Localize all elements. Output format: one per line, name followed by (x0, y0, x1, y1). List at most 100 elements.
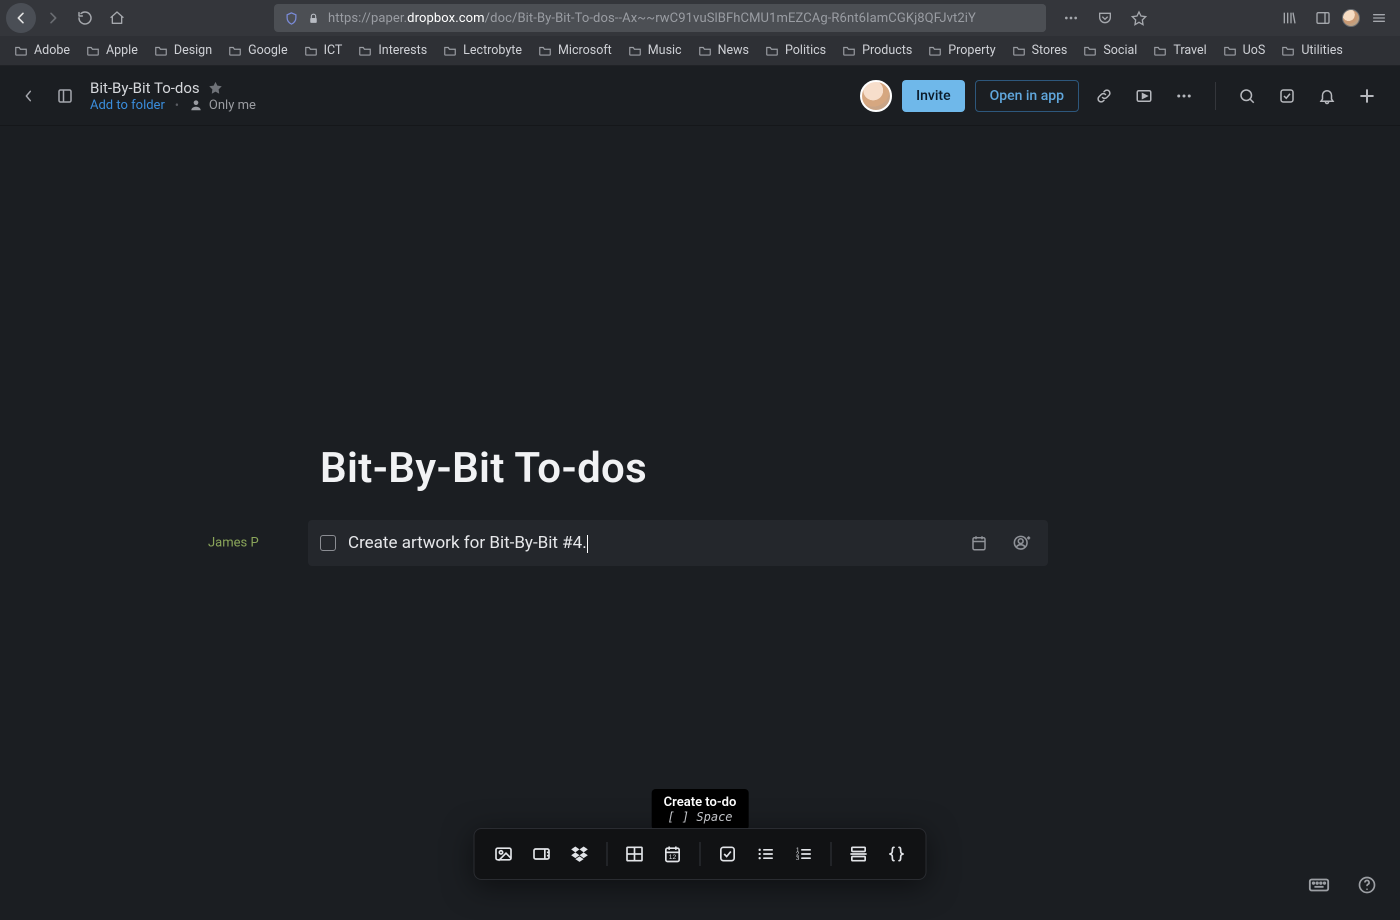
bookmark-folder[interactable]: Google (228, 43, 287, 58)
bookmark-label: News (718, 43, 749, 58)
bookmark-folder[interactable]: Travel (1153, 43, 1206, 58)
open-in-app-button[interactable]: Open in app (975, 80, 1079, 112)
folder-icon (358, 44, 372, 58)
bookmark-folder[interactable]: Design (154, 43, 212, 58)
library-icon[interactable] (1274, 3, 1304, 33)
nav-forward-button[interactable] (38, 3, 68, 33)
insert-code-icon[interactable] (880, 837, 914, 871)
keyboard-shortcuts-icon[interactable] (1304, 870, 1334, 900)
bookmark-label: Property (948, 43, 995, 58)
todo-item-row[interactable]: James P Create artwork for Bit-By-Bit #4… (308, 520, 1048, 566)
todos-icon[interactable] (1272, 81, 1302, 111)
bookmark-folder[interactable]: Adobe (14, 43, 70, 58)
history-back-button[interactable] (18, 85, 40, 107)
separator-dot: • (175, 98, 179, 112)
header-separator (1215, 82, 1216, 110)
browser-account-avatar[interactable] (1342, 9, 1360, 27)
bookmark-label: Adobe (34, 43, 70, 58)
bookmark-folder[interactable]: Microsoft (538, 43, 612, 58)
new-doc-icon[interactable] (1352, 81, 1382, 111)
bookmark-folder[interactable]: Stores (1012, 43, 1068, 58)
url-text: https://paper.dropbox.com/doc/Bit-By-Bit… (328, 11, 976, 26)
folder-icon (842, 44, 856, 58)
bookmark-star-icon[interactable] (1124, 3, 1154, 33)
bookmark-folder[interactable]: UoS (1223, 43, 1266, 58)
bookmark-folder[interactable]: News (698, 43, 749, 58)
nav-home-button[interactable] (102, 3, 132, 33)
insert-table-icon[interactable] (618, 837, 652, 871)
folder-icon (628, 44, 642, 58)
todo-text-input[interactable]: Create artwork for Bit-By-Bit #4. (348, 533, 588, 553)
folder-icon (14, 44, 28, 58)
invite-button[interactable]: Invite (902, 80, 964, 112)
bookmark-label: Google (248, 43, 287, 58)
toolbar-separator (607, 842, 608, 866)
insert-timeline-icon[interactable]: 12 (656, 837, 690, 871)
privacy-indicator[interactable]: Only me (189, 98, 256, 113)
insert-image-icon[interactable] (487, 837, 521, 871)
document-title[interactable]: Bit-By-Bit To-dos (320, 446, 1400, 492)
bookmark-folder[interactable]: Apple (86, 43, 138, 58)
page-actions-icon[interactable] (1056, 3, 1086, 33)
insert-divider-icon[interactable] (842, 837, 876, 871)
bookmark-label: Apple (106, 43, 138, 58)
help-icon[interactable] (1352, 870, 1382, 900)
doc-list-button[interactable] (54, 85, 76, 107)
assign-person-icon[interactable] (1006, 528, 1036, 558)
folder-icon (765, 44, 779, 58)
insert-todo-icon[interactable] (711, 837, 745, 871)
folder-icon (1223, 44, 1237, 58)
favorite-star-icon[interactable] (208, 80, 223, 95)
insert-numbered-list-icon[interactable]: 123 (787, 837, 821, 871)
bookmark-label: Music (648, 43, 682, 58)
bookmark-label: Microsoft (558, 43, 612, 58)
bookmark-label: UoS (1243, 43, 1266, 58)
todo-checkbox[interactable] (320, 535, 336, 551)
insert-dropbox-icon[interactable] (563, 837, 597, 871)
sidebar-icon[interactable] (1308, 3, 1338, 33)
insert-bullet-list-icon[interactable] (749, 837, 783, 871)
nav-back-button[interactable] (6, 3, 36, 33)
bookmark-label: Travel (1173, 43, 1206, 58)
bookmark-folder[interactable]: Property (928, 43, 995, 58)
bookmark-folder[interactable]: Lectrobyte (443, 43, 522, 58)
add-to-folder-link[interactable]: Add to folder (90, 98, 165, 113)
present-icon[interactable] (1129, 81, 1159, 111)
search-icon[interactable] (1232, 81, 1262, 111)
lock-icon (307, 12, 320, 25)
bookmark-folder[interactable]: ICT (304, 43, 343, 58)
text-cursor (587, 535, 588, 553)
bookmark-folder[interactable]: Products (842, 43, 912, 58)
tracking-shield-icon[interactable] (284, 11, 299, 26)
toolbar-separator (700, 842, 701, 866)
folder-icon (154, 44, 168, 58)
svg-text:12: 12 (669, 854, 677, 861)
more-menu-icon[interactable] (1169, 81, 1199, 111)
folder-icon (928, 44, 942, 58)
copy-link-icon[interactable] (1089, 81, 1119, 111)
bookmark-label: Interests (378, 43, 427, 58)
browser-menu-icon[interactable] (1364, 3, 1394, 33)
folder-icon (1153, 44, 1167, 58)
bookmark-label: Lectrobyte (463, 43, 522, 58)
privacy-label: Only me (209, 98, 256, 113)
notifications-icon[interactable] (1312, 81, 1342, 111)
user-avatar[interactable] (860, 80, 892, 112)
bookmark-label: Stores (1032, 43, 1068, 58)
bookmark-folder[interactable]: Politics (765, 43, 826, 58)
bookmark-folder[interactable]: Music (628, 43, 682, 58)
folder-icon (443, 44, 457, 58)
bookmark-folder[interactable]: Interests (358, 43, 427, 58)
bookmark-folder[interactable]: Utilities (1281, 43, 1343, 58)
document-canvas[interactable]: Bit-By-Bit To-dos James P Create artwork… (0, 126, 1400, 566)
address-bar[interactable]: https://paper.dropbox.com/doc/Bit-By-Bit… (274, 4, 1046, 32)
due-date-icon[interactable] (964, 528, 994, 558)
bookmark-folder[interactable]: Social (1083, 43, 1137, 58)
bookmark-label: Products (862, 43, 912, 58)
header-doc-title[interactable]: Bit-By-Bit To-dos (90, 79, 200, 97)
insert-media-icon[interactable] (525, 837, 559, 871)
folder-icon (304, 44, 318, 58)
reader-pocket-icon[interactable] (1090, 3, 1120, 33)
nav-reload-button[interactable] (70, 3, 100, 33)
bookmark-label: Utilities (1301, 43, 1343, 58)
